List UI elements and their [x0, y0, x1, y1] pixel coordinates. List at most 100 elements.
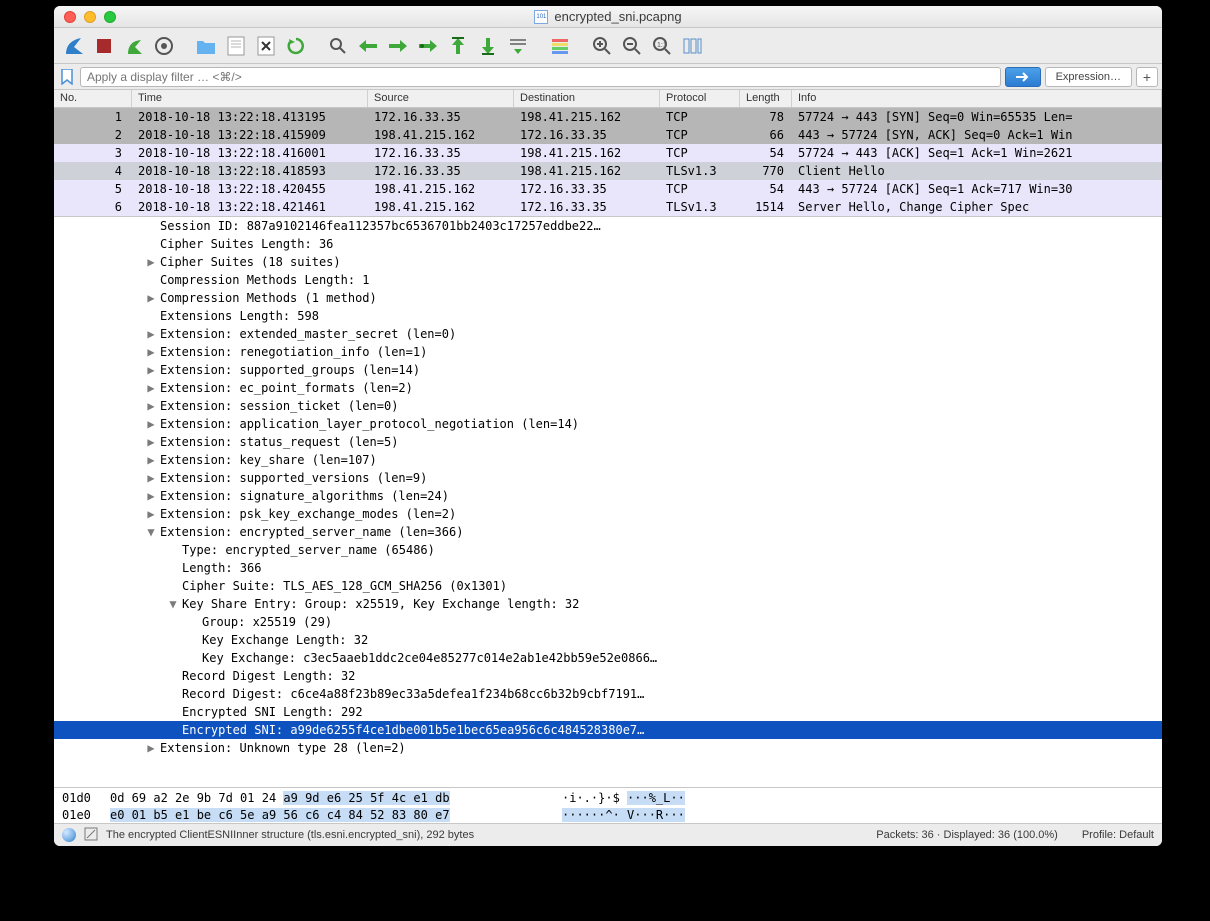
status-profile[interactable]: Profile: Default: [1082, 829, 1154, 841]
packet-row[interactable]: 42018-10-18 13:22:18.418593172.16.33.351…: [54, 162, 1162, 180]
go-back-icon[interactable]: [354, 32, 382, 60]
packet-list-header[interactable]: No. Time Source Destination Protocol Len…: [54, 90, 1162, 108]
detail-tree-line[interactable]: Key Exchange Length: 32: [54, 631, 1162, 649]
detail-tree-line[interactable]: ▼Extension: encrypted_server_name (len=3…: [54, 523, 1162, 541]
col-header-protocol[interactable]: Protocol: [660, 90, 740, 107]
go-last-icon[interactable]: [474, 32, 502, 60]
titlebar[interactable]: 101 encrypted_sni.pcapng: [54, 6, 1162, 28]
detail-tree-line[interactable]: Length: 366: [54, 559, 1162, 577]
go-forward-icon[interactable]: [384, 32, 412, 60]
chevron-right-icon[interactable]: ▶: [144, 741, 158, 755]
detail-tree-line[interactable]: ▶Extension: session_ticket (len=0): [54, 397, 1162, 415]
detail-tree-line[interactable]: Compression Methods Length: 1: [54, 271, 1162, 289]
detail-tree-line[interactable]: Cipher Suite: TLS_AES_128_GCM_SHA256 (0x…: [54, 577, 1162, 595]
packet-list-pane[interactable]: No. Time Source Destination Protocol Len…: [54, 90, 1162, 217]
packet-row[interactable]: 62018-10-18 13:22:18.421461198.41.215.16…: [54, 198, 1162, 216]
wireshark-window: 101 encrypted_sni.pcapng 1:1: [54, 6, 1162, 846]
bookmark-icon[interactable]: [58, 68, 76, 86]
edit-capture-comment-icon[interactable]: [84, 827, 98, 844]
col-header-no[interactable]: No.: [54, 90, 132, 107]
detail-tree-line[interactable]: Session ID: 887a9102146fea112357bc653670…: [54, 217, 1162, 235]
detail-tree-line[interactable]: ▶Extension: status_request (len=5): [54, 433, 1162, 451]
detail-tree-line[interactable]: ▶Extension: application_layer_protocol_n…: [54, 415, 1162, 433]
chevron-right-icon[interactable]: ▶: [144, 399, 158, 413]
detail-tree-line[interactable]: ▶Extension: supported_versions (len=9): [54, 469, 1162, 487]
chevron-right-icon[interactable]: ▶: [144, 489, 158, 503]
packet-row[interactable]: 52018-10-18 13:22:18.420455198.41.215.16…: [54, 180, 1162, 198]
stop-capture-icon[interactable]: [90, 32, 118, 60]
detail-tree-line[interactable]: Extensions Length: 598: [54, 307, 1162, 325]
auto-scroll-icon[interactable]: [504, 32, 532, 60]
restart-capture-icon[interactable]: [120, 32, 148, 60]
detail-tree-line[interactable]: ▼Key Share Entry: Group: x25519, Key Exc…: [54, 595, 1162, 613]
reload-file-icon[interactable]: [282, 32, 310, 60]
detail-tree-line[interactable]: ▶Extension: renegotiation_info (len=1): [54, 343, 1162, 361]
packet-row[interactable]: 22018-10-18 13:22:18.415909198.41.215.16…: [54, 126, 1162, 144]
chevron-right-icon[interactable]: ▶: [144, 291, 158, 305]
detail-tree-line[interactable]: ▶Extension: psk_key_exchange_modes (len=…: [54, 505, 1162, 523]
col-header-source[interactable]: Source: [368, 90, 514, 107]
col-header-time[interactable]: Time: [132, 90, 368, 107]
hex-row[interactable]: 01d0 0d 69 a2 2e 9b 7d 01 24 a9 9d e6 25…: [62, 790, 1154, 807]
resize-columns-icon[interactable]: [678, 32, 706, 60]
jump-to-icon[interactable]: [414, 32, 442, 60]
open-file-icon[interactable]: [192, 32, 220, 60]
go-first-icon[interactable]: [444, 32, 472, 60]
close-file-icon[interactable]: [252, 32, 280, 60]
col-header-length[interactable]: Length: [740, 90, 792, 107]
chevron-right-icon[interactable]: ▶: [144, 363, 158, 377]
detail-tree-line[interactable]: Type: encrypted_server_name (65486): [54, 541, 1162, 559]
chevron-right-icon[interactable]: ▶: [144, 345, 158, 359]
detail-text: Type: encrypted_server_name (65486): [180, 543, 435, 557]
detail-tree-line[interactable]: ▶Extension: ec_point_formats (len=2): [54, 379, 1162, 397]
detail-tree-line[interactable]: Cipher Suites Length: 36: [54, 235, 1162, 253]
detail-text: Cipher Suites Length: 36: [158, 237, 333, 251]
packet-bytes-pane[interactable]: 01d0 0d 69 a2 2e 9b 7d 01 24 a9 9d e6 25…: [54, 788, 1162, 824]
col-header-info[interactable]: Info: [792, 90, 1162, 107]
colorize-icon[interactable]: [546, 32, 574, 60]
apply-filter-button[interactable]: [1005, 67, 1041, 87]
chevron-right-icon[interactable]: ▶: [144, 435, 158, 449]
zoom-in-icon[interactable]: [588, 32, 616, 60]
shark-fin-icon[interactable]: [60, 32, 88, 60]
chevron-right-icon[interactable]: ▶: [144, 417, 158, 431]
col-header-destination[interactable]: Destination: [514, 90, 660, 107]
chevron-right-icon[interactable]: ▶: [144, 255, 158, 269]
detail-tree-line[interactable]: ▶Cipher Suites (18 suites): [54, 253, 1162, 271]
status-packet-count: Packets: 36 · Displayed: 36 (100.0%): [876, 829, 1058, 841]
hex-row[interactable]: 01e0 e0 01 b5 e1 be c6 5e a9 56 c6 c4 84…: [62, 807, 1154, 824]
capture-options-icon[interactable]: [150, 32, 178, 60]
expression-button[interactable]: Expression…: [1045, 67, 1132, 87]
display-filter-input[interactable]: [80, 67, 1001, 87]
detail-tree-line[interactable]: Group: x25519 (29): [54, 613, 1162, 631]
detail-tree-line[interactable]: ▶Extension: key_share (len=107): [54, 451, 1162, 469]
detail-tree-line[interactable]: Encrypted SNI Length: 292: [54, 703, 1162, 721]
packet-row[interactable]: 12018-10-18 13:22:18.413195172.16.33.351…: [54, 108, 1162, 126]
save-file-icon[interactable]: [222, 32, 250, 60]
chevron-right-icon[interactable]: ▶: [144, 327, 158, 341]
chevron-down-icon[interactable]: ▼: [166, 597, 180, 611]
detail-text: Extension: session_ticket (len=0): [158, 399, 398, 413]
chevron-down-icon[interactable]: ▼: [144, 525, 158, 539]
detail-tree-line[interactable]: Record Digest: c6ce4a88f23b89ec33a5defea…: [54, 685, 1162, 703]
detail-tree-line[interactable]: Key Exchange: c3ec5aaeb1ddc2ce04e85277c0…: [54, 649, 1162, 667]
zoom-out-icon[interactable]: [618, 32, 646, 60]
zoom-reset-icon[interactable]: 1:1: [648, 32, 676, 60]
chevron-right-icon[interactable]: ▶: [144, 471, 158, 485]
detail-text: Extension: ec_point_formats (len=2): [158, 381, 413, 395]
detail-tree-line[interactable]: Record Digest Length: 32: [54, 667, 1162, 685]
detail-tree-line[interactable]: ▶Extension: supported_groups (len=14): [54, 361, 1162, 379]
chevron-right-icon[interactable]: ▶: [144, 507, 158, 521]
expert-info-icon[interactable]: [62, 828, 76, 842]
add-filter-button[interactable]: +: [1136, 67, 1158, 87]
packet-row[interactable]: 32018-10-18 13:22:18.416001172.16.33.351…: [54, 144, 1162, 162]
packet-details-pane[interactable]: Session ID: 887a9102146fea112357bc653670…: [54, 217, 1162, 788]
detail-tree-line[interactable]: ▶Extension: signature_algorithms (len=24…: [54, 487, 1162, 505]
find-icon[interactable]: [324, 32, 352, 60]
detail-tree-line[interactable]: ▶Compression Methods (1 method): [54, 289, 1162, 307]
detail-tree-line[interactable]: ▶Extension: Unknown type 28 (len=2): [54, 739, 1162, 757]
detail-tree-line[interactable]: Encrypted SNI: a99de6255f4ce1dbe001b5e1b…: [54, 721, 1162, 739]
chevron-right-icon[interactable]: ▶: [144, 453, 158, 467]
detail-tree-line[interactable]: ▶Extension: extended_master_secret (len=…: [54, 325, 1162, 343]
chevron-right-icon[interactable]: ▶: [144, 381, 158, 395]
